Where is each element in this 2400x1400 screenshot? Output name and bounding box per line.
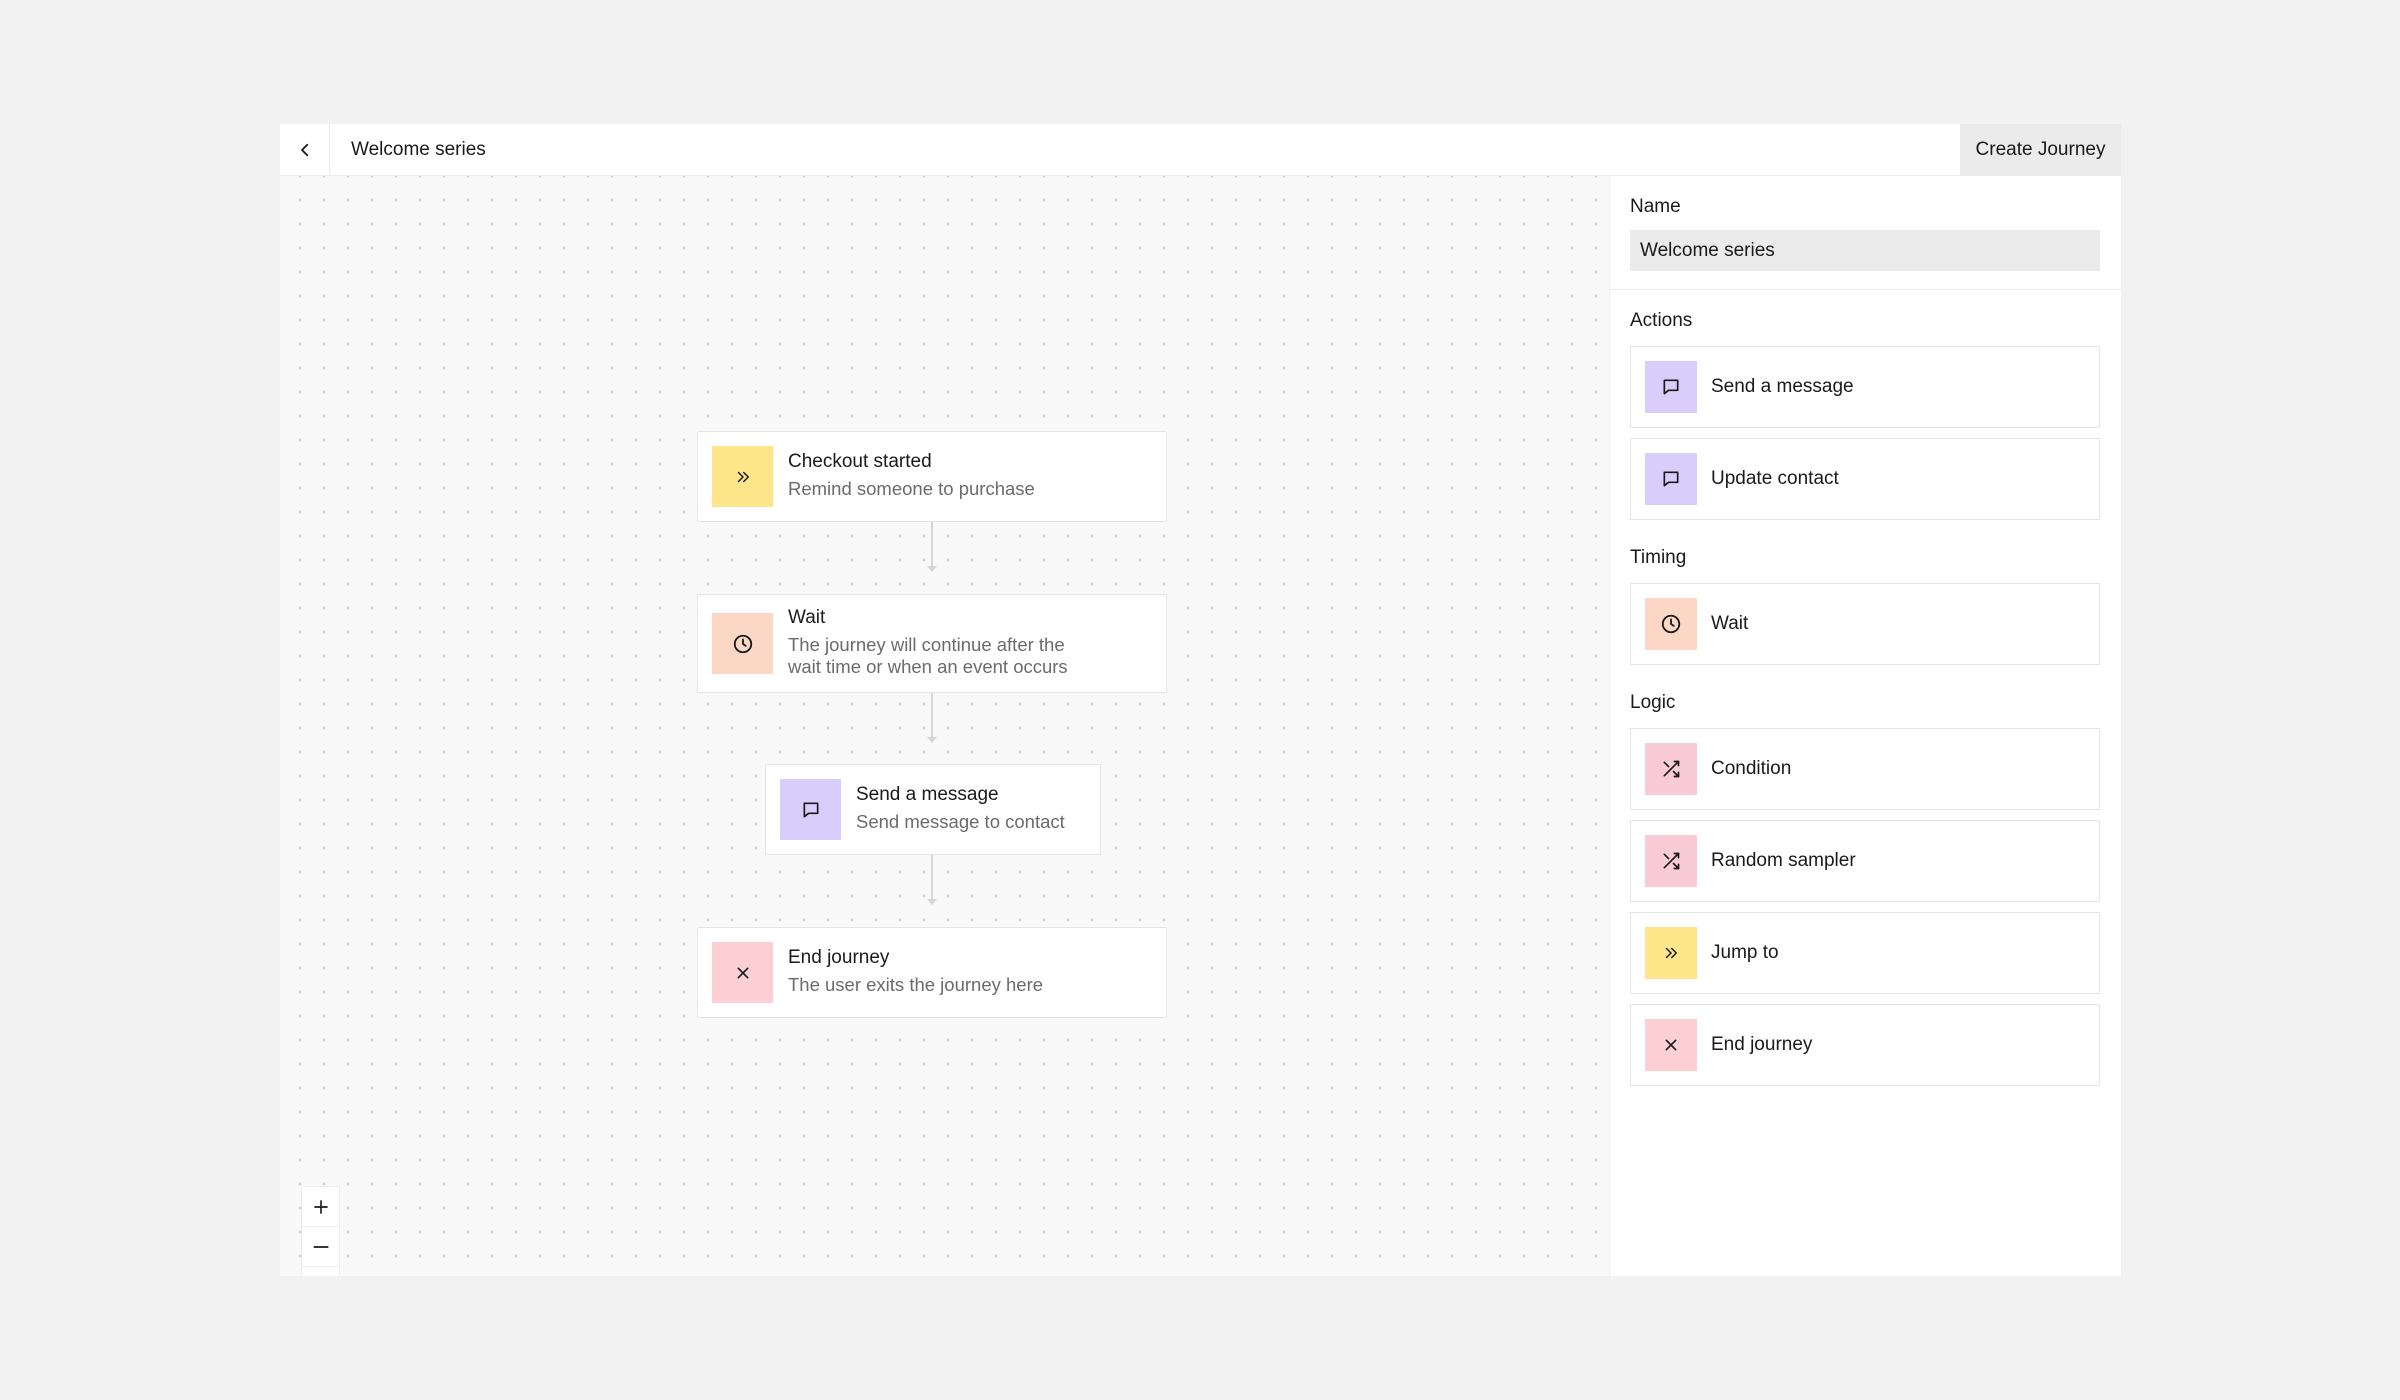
zoom-out-button[interactable] bbox=[302, 1227, 339, 1267]
item-icon-box bbox=[1645, 598, 1697, 650]
step-jump-to[interactable]: Jump to bbox=[1630, 912, 2100, 994]
step-wait[interactable]: Wait bbox=[1630, 583, 2100, 665]
name-input[interactable] bbox=[1630, 230, 2100, 271]
node-description-line-1: The journey will continue after the bbox=[788, 634, 1065, 655]
close-icon bbox=[1665, 1039, 1677, 1051]
back-button[interactable] bbox=[280, 124, 330, 176]
chevron-left-icon bbox=[300, 143, 308, 157]
item-icon-box bbox=[1645, 361, 1697, 413]
actions-heading: Actions bbox=[1630, 310, 1693, 331]
item-icon-box bbox=[1645, 1019, 1697, 1071]
node-description: The user exits the journey here bbox=[788, 974, 1044, 995]
name-section: Name bbox=[1610, 176, 2121, 290]
plus-icon bbox=[313, 1199, 328, 1214]
chevrons-right-icon bbox=[1665, 947, 1677, 959]
item-icon-box bbox=[1645, 743, 1697, 795]
item-icon-box bbox=[1645, 453, 1697, 505]
item-label: Random sampler bbox=[1711, 850, 1856, 871]
message-icon bbox=[1663, 379, 1679, 395]
chevrons-right-icon bbox=[737, 471, 749, 482]
top-bar: Welcome series Create Journey bbox=[280, 124, 2121, 176]
connector-line bbox=[927, 522, 937, 572]
item-label: Wait bbox=[1711, 613, 1749, 634]
shuffle-icon bbox=[1663, 760, 1680, 778]
reset-view-button[interactable] bbox=[302, 1267, 339, 1276]
message-icon bbox=[1663, 471, 1679, 487]
steps-sidebar: Name Actions Send a message Update conta… bbox=[1609, 176, 2121, 1276]
step-update-contact[interactable]: Update contact bbox=[1630, 438, 2100, 520]
item-label: End journey bbox=[1711, 1034, 1813, 1055]
item-label: Jump to bbox=[1711, 942, 1779, 963]
node-icon-box bbox=[780, 779, 841, 840]
node-description: Send message to contact bbox=[856, 811, 1065, 832]
journey-title: Welcome series bbox=[351, 139, 486, 160]
clock-icon bbox=[733, 634, 752, 653]
node-title: Wait bbox=[788, 607, 826, 628]
node-icon-box bbox=[712, 613, 773, 674]
clock-icon bbox=[1661, 614, 1681, 634]
node-title: Checkout started bbox=[788, 451, 932, 472]
item-label: Condition bbox=[1711, 758, 1792, 779]
item-label: Send a message bbox=[1711, 376, 1854, 397]
connector-line bbox=[927, 693, 937, 743]
timing-heading: Timing bbox=[1630, 547, 1687, 568]
node-send-message[interactable]: Send a message Send message to contact bbox=[765, 764, 1101, 855]
node-end-journey[interactable]: End journey The user exits the journey h… bbox=[697, 927, 1167, 1018]
connector-line bbox=[927, 855, 937, 905]
step-end-journey[interactable]: End journey bbox=[1630, 1004, 2100, 1086]
node-title: End journey bbox=[788, 947, 890, 968]
node-description-line-2: wait time or when an event occurs bbox=[788, 656, 1068, 677]
message-icon bbox=[803, 802, 818, 817]
create-journey-button[interactable]: Create Journey bbox=[1960, 124, 2121, 176]
minus-icon bbox=[312, 1245, 329, 1248]
step-random-sampler[interactable]: Random sampler bbox=[1630, 820, 2100, 902]
item-icon-box bbox=[1645, 835, 1697, 887]
item-label: Update contact bbox=[1711, 468, 1839, 489]
step-send-message[interactable]: Send a message bbox=[1630, 346, 2100, 428]
name-label: Name bbox=[1630, 196, 1681, 217]
node-title: Send a message bbox=[856, 784, 999, 805]
step-condition[interactable]: Condition bbox=[1630, 728, 2100, 810]
node-icon-box bbox=[712, 942, 773, 1003]
node-wait[interactable]: Wait The journey will continue after the… bbox=[697, 594, 1167, 693]
node-checkout-started[interactable]: Checkout started Remind someone to purch… bbox=[697, 431, 1167, 522]
close-icon bbox=[737, 967, 748, 978]
zoom-controls bbox=[301, 1186, 340, 1276]
journey-canvas[interactable]: Checkout started Remind someone to purch… bbox=[280, 176, 1609, 1276]
node-description: Remind someone to purchase bbox=[788, 478, 1035, 499]
item-icon-box bbox=[1645, 927, 1697, 979]
shuffle-icon bbox=[1663, 852, 1680, 870]
logic-heading: Logic bbox=[1630, 692, 1676, 713]
zoom-in-button[interactable] bbox=[302, 1187, 339, 1227]
node-icon-box bbox=[712, 446, 773, 507]
journey-builder: Welcome series Create Journey Checkout s… bbox=[280, 124, 2121, 1276]
